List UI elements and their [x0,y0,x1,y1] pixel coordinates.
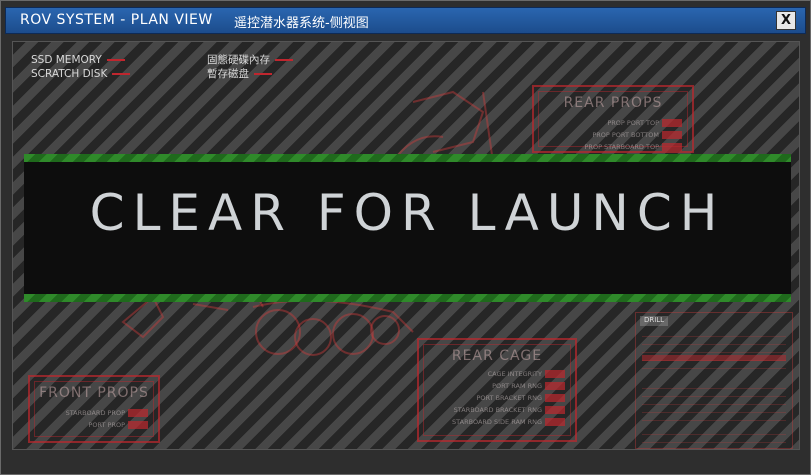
legend-english: SSD MEMORY SCRATCH DISK [31,53,131,81]
status-row: PORT PROP [88,421,148,431]
title-bar[interactable]: ROV SYSTEM - PLAN VIEW 遥控潜水器系统-侧视图 X [5,7,806,34]
rear-props-panel: REAR PROPS PROP PORT TOP PROP PORT BOTTO… [532,85,694,153]
status-row: STARBOARD BRACKET RNG [454,406,565,416]
window-title-chinese: 遥控潜水器系统-侧视图 [234,16,369,31]
launch-banner: CLEAR FOR LAUNCH [24,154,791,302]
close-button[interactable]: X [776,11,796,30]
window-title: ROV SYSTEM - PLAN VIEW [20,12,213,28]
rear-cage-panel: REAR CAGE CAGE INTEGRITY PORT RAM RNG PO… [417,338,577,442]
status-row: CAGE INTEGRITY [488,370,565,380]
status-row: STARBOARD SIDE RAM RNG [452,418,565,428]
banner-bottom-stripe [24,294,791,302]
status-row: STARBOARD PROP [66,409,148,419]
status-row: PROP STARBOARD TOP [585,143,682,153]
legend-item: 固態硬碟內存 [207,53,293,67]
front-props-title: FRONT PROPS [39,385,149,401]
legend-chinese: 固態硬碟內存 暫存磁盘 [207,53,293,81]
status-row: PROP PORT BOTTOM [592,131,682,141]
rear-cage-title: REAR CAGE [451,348,543,364]
status-row: PORT RAM RNG [492,382,565,392]
data-list-header: DRILL [640,316,668,326]
data-list-panel: DRILL [635,312,793,449]
status-row: PORT BRACKET RNG [476,394,565,404]
legend-item: SSD MEMORY [31,53,130,67]
plan-view-canvas: SSD MEMORY SCRATCH DISK 固態硬碟內存 暫存磁盘 REAR… [12,41,800,450]
status-row: PROP PORT TOP [607,119,682,129]
legend-item: 暫存磁盘 [207,67,293,81]
rear-props-title: REAR PROPS [563,95,663,111]
banner-top-stripe [24,154,791,162]
app-window: ROV SYSTEM - PLAN VIEW 遥控潜水器系统-侧视图 X SSD… [0,0,811,475]
legend-item: SCRATCH DISK [31,67,131,81]
front-props-panel: FRONT PROPS STARBOARD PROP PORT PROP [28,375,160,443]
banner-text: CLEAR FOR LAUNCH [89,184,726,242]
